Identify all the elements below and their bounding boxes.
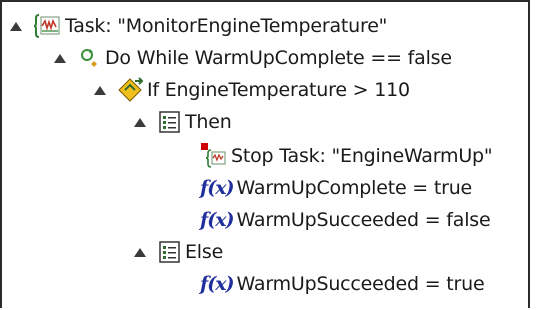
- tree-node-function[interactable]: f(x) WarmUpComplete = true: [200, 172, 472, 204]
- loop-icon: [78, 45, 102, 71]
- tree-node-task[interactable]: Task: "MonitorEngineTemperature": [10, 10, 387, 42]
- tree-node-label: Do While WarmUpComplete == false: [105, 47, 452, 69]
- collapse-expander[interactable]: [134, 247, 146, 257]
- collapse-expander[interactable]: [134, 117, 146, 127]
- stop-task-icon: [200, 142, 228, 170]
- tree-node-else[interactable]: Else: [134, 236, 223, 268]
- tree-node-label: WarmUpSucceeded = false: [236, 209, 491, 231]
- tree-node-label: Else: [185, 241, 224, 263]
- tree-node-label: Stop Task: "EngineWarmUp": [231, 145, 493, 167]
- tree-node-function[interactable]: f(x) WarmUpSucceeded = false: [200, 204, 491, 236]
- task-icon: [34, 13, 62, 39]
- collapse-expander[interactable]: [10, 21, 22, 31]
- tree-node-label: If EngineTemperature > 110: [147, 79, 410, 101]
- tree-node-then[interactable]: Then: [134, 106, 232, 138]
- tree-node-label: Task: "MonitorEngineTemperature": [65, 15, 388, 37]
- tree-node-function[interactable]: f(x) WarmUpSucceeded = true: [200, 268, 485, 300]
- tree-node-label: WarmUpSucceeded = true: [236, 273, 485, 295]
- tree-node-label: WarmUpComplete = true: [236, 177, 473, 199]
- function-icon: f(x): [200, 273, 235, 295]
- tree-node-stop-task[interactable]: Stop Task: "EngineWarmUp": [200, 140, 493, 172]
- function-icon: f(x): [200, 209, 235, 231]
- collapse-expander[interactable]: [94, 85, 106, 95]
- block-icon: [158, 110, 182, 134]
- tree-node-if[interactable]: If EngineTemperature > 110: [94, 74, 410, 106]
- tree-node-do-while[interactable]: Do While WarmUpComplete == false: [54, 42, 452, 74]
- condition-icon: [118, 77, 144, 103]
- block-icon: [158, 240, 182, 264]
- tree-view: Task: "MonitorEngineTemperature" Do Whil…: [0, 0, 530, 308]
- tree-node-label: Then: [185, 111, 232, 133]
- collapse-expander[interactable]: [54, 53, 66, 63]
- function-icon: f(x): [200, 177, 235, 199]
